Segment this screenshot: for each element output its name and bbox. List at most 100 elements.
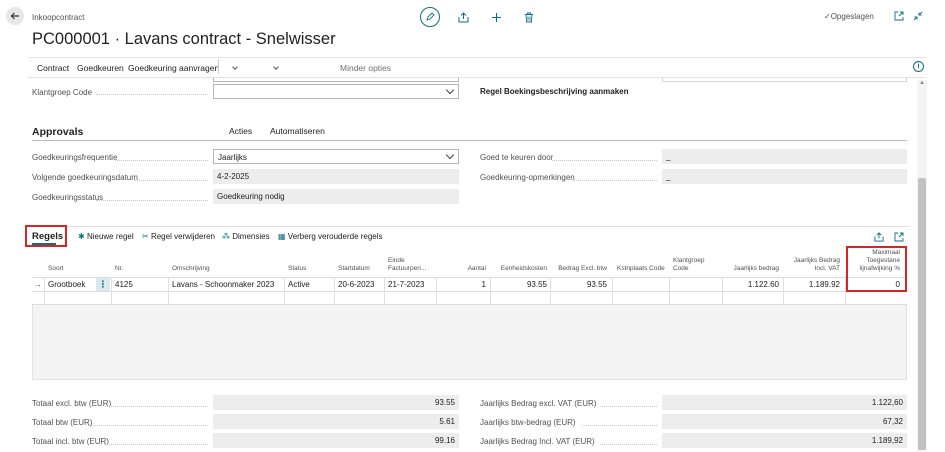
- scrollbar-thumb[interactable]: [918, 178, 926, 450]
- approvals-divider: [32, 140, 907, 141]
- dotted-leader: [88, 425, 208, 426]
- total-incl-label: Totaal incl. btw (EUR): [32, 437, 109, 446]
- hide-old-lines-button[interactable]: ▦ Verberg verouderde regels: [278, 232, 383, 241]
- dotted-leader: [96, 200, 208, 201]
- col-nr[interactable]: Nr.: [115, 265, 123, 273]
- col-soort[interactable]: Soort: [48, 265, 64, 273]
- share-button[interactable]: [456, 10, 470, 24]
- regel-boeking-label: Regel Boekingsbeschrijving aanmaken: [480, 87, 629, 96]
- remarks-label: Goedkeuring-opmerkingen: [480, 173, 575, 182]
- action-contract[interactable]: Contract: [37, 63, 69, 73]
- delete-button[interactable]: [522, 10, 536, 24]
- new-button[interactable]: [489, 10, 503, 24]
- dotted-leader: [96, 94, 208, 95]
- dimensions-button[interactable]: ⁂ Dimensies: [222, 232, 270, 241]
- new-line-icon: ✱: [78, 232, 85, 241]
- cell-aantal[interactable]: 1: [440, 280, 486, 289]
- share-icon: [458, 11, 468, 22]
- col-divider: [384, 277, 385, 305]
- row-menu-button[interactable]: ⋮: [96, 278, 110, 291]
- row-arrow-icon: →: [34, 280, 42, 289]
- col-kostenplaats[interactable]: Kstnplaats Code: [617, 265, 665, 273]
- scrollbar-up-arrow[interactable]: ▲: [917, 80, 927, 90]
- col-bedrag[interactable]: Bedrag Excl. btw: [553, 265, 607, 273]
- open-new-window-button[interactable]: [893, 10, 905, 22]
- col-klantgroep[interactable]: Klantgroep Code: [673, 257, 715, 273]
- col-aantal[interactable]: Aantal: [440, 265, 486, 273]
- next-date-label: Volgende goedkeuringsdatum: [32, 173, 138, 182]
- col-divider: [612, 277, 613, 305]
- cell-einde[interactable]: 21-7-2023: [388, 280, 424, 289]
- cell-startdatum[interactable]: 20-6-2023: [338, 280, 374, 289]
- klantgroep-select[interactable]: [213, 84, 459, 99]
- col-divider: [550, 277, 551, 305]
- total-excl-label: Totaal excl. btw (EUR): [32, 399, 112, 408]
- dotted-leader: [600, 406, 657, 407]
- dotted-leader: [600, 444, 657, 445]
- highlight-max-afwijking: [846, 246, 907, 292]
- action-goedkeuring-aanvragen[interactable]: Goedkeuring aanvragen: [128, 63, 219, 73]
- info-button[interactable]: i: [913, 61, 924, 72]
- highlight-regels: [25, 225, 67, 247]
- total-btw-label: Totaal btw (EUR): [32, 418, 93, 427]
- approver-value: _: [662, 149, 907, 164]
- klantgroep-label: Klantgroep Code: [32, 88, 93, 97]
- delete-line-button[interactable]: ✂ Regel verwijderen: [142, 232, 215, 241]
- status-value: Goedkeuring nodig: [213, 189, 459, 204]
- col-omschrijving[interactable]: Omschrijving: [172, 265, 210, 273]
- cell-eenheidskosten[interactable]: 93.55: [495, 280, 547, 289]
- delete-line-label: Regel verwijderen: [150, 232, 215, 241]
- col-startdatum[interactable]: Startdatum: [338, 265, 370, 273]
- dimensions-label: Dimensies: [232, 232, 270, 241]
- col-jaarlijks-incl[interactable]: Jaarlijks Bedrag Incl. VAT: [788, 257, 840, 273]
- yearly-excl-value: 1.122,60: [662, 395, 907, 410]
- chevron-down-icon: [273, 64, 279, 70]
- yearly-excl-label: Jaarlijks Bedrag excl. VAT (EUR): [480, 399, 597, 408]
- cell-soort[interactable]: Grootboek: [48, 280, 85, 289]
- col-divider: [111, 277, 112, 305]
- edit-button[interactable]: [420, 7, 440, 27]
- next-date-value: 4-2-2025: [213, 169, 459, 184]
- check-icon: ✓: [824, 12, 831, 21]
- arrow-left-icon: [10, 12, 19, 20]
- cell-status[interactable]: Active: [288, 280, 310, 289]
- cell-nr[interactable]: 4125: [115, 280, 133, 289]
- new-line-button[interactable]: ✱ Nieuwe regel: [78, 232, 134, 241]
- col-einde[interactable]: Einde Factuurperi...: [388, 257, 436, 273]
- dotted-leader: [552, 160, 657, 161]
- page-title: PC000001 · Lavans contract - Snelwisser: [32, 30, 336, 48]
- table-row-empty[interactable]: [32, 292, 907, 305]
- cell-bedrag[interactable]: 93.55: [553, 280, 607, 289]
- status-label: Goedkeuringsstatus: [32, 193, 104, 202]
- lines-share-button[interactable]: [873, 231, 885, 243]
- col-status[interactable]: Status: [288, 265, 306, 273]
- dotted-leader: [135, 180, 208, 181]
- dimensions-icon: ⁂: [222, 232, 230, 241]
- action-minder-opties[interactable]: Minder opties: [340, 63, 391, 73]
- action-acties[interactable]: Acties: [229, 63, 252, 136]
- breadcrumb: Inkoopcontract: [32, 13, 85, 22]
- action-goedkeuren[interactable]: Goedkeuren: [77, 63, 124, 73]
- freq-select[interactable]: Jaarlijks: [213, 149, 459, 164]
- more-vertical-icon: ⋮: [98, 279, 108, 289]
- back-button[interactable]: [6, 7, 24, 25]
- open-in-new-icon: [894, 232, 904, 242]
- cell-jaarlijks-incl[interactable]: 1.189.92: [788, 280, 840, 289]
- section-top-edge: [213, 78, 459, 82]
- delete-line-icon: ✂: [142, 232, 149, 241]
- col-eenheidskosten[interactable]: Eenheidskosten: [495, 265, 547, 273]
- dotted-leader: [115, 160, 208, 161]
- cell-jaarlijks[interactable]: 1.122.60: [726, 280, 779, 289]
- cell-omschrijving[interactable]: Lavans - Schoonmaker 2023: [172, 280, 274, 289]
- approvals-heading: Approvals: [32, 126, 84, 138]
- collapse-button[interactable]: [912, 10, 924, 22]
- action-automatiseren[interactable]: Automatiseren: [270, 63, 325, 136]
- lines-expand-button[interactable]: [893, 231, 905, 243]
- yearly-incl-label: Jaarlijks Bedrag Incl. VAT (EUR): [480, 437, 595, 446]
- chevron-down-icon: [232, 64, 238, 70]
- col-divider: [436, 277, 437, 305]
- col-jaarlijks[interactable]: Jaarlijks bedrag: [726, 265, 779, 273]
- approver-label: Goed te keuren door: [480, 153, 554, 162]
- dotted-leader: [572, 180, 657, 181]
- yearly-btw-value: 67,32: [662, 414, 907, 429]
